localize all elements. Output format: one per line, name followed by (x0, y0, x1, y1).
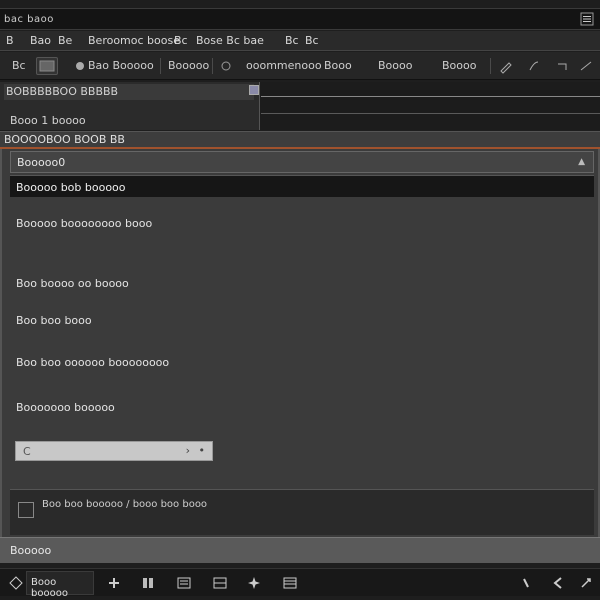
toolbar-primary-button[interactable]: Bao Booooo (88, 59, 154, 72)
list-item[interactable]: Boo boo oooooo boooooooo (16, 356, 169, 369)
list-item[interactable]: Boo boo booo (16, 314, 92, 327)
list-item[interactable]: Booooooo booooo (16, 401, 115, 414)
panel-header: BOBBBBBOO BBBBB (4, 84, 254, 100)
properties-panel: Booooo0 ▲ Booooo bob booooo Booooo boooo… (0, 149, 600, 537)
toolbar: Bc Bao Booooo Booooo ooommenooo Booo Boo… (0, 52, 600, 80)
toolbar-five-button[interactable]: Boooo (378, 59, 412, 72)
title-bar: bac baoo (0, 8, 600, 30)
circle-icon[interactable] (218, 58, 234, 74)
menu-item[interactable]: B (6, 34, 14, 47)
chevron-right-icon[interactable]: › (186, 444, 190, 457)
toolbar-quat-button[interactable]: Booo (324, 59, 352, 72)
dropdown-header[interactable]: Booooo0 ▲ (10, 151, 594, 173)
back-icon[interactable] (550, 575, 566, 591)
plus-icon[interactable] (106, 575, 122, 591)
select-value: C (23, 445, 31, 458)
dropdown-label: Booooo0 (17, 156, 66, 169)
redo-icon[interactable] (578, 58, 594, 74)
layers-panel: BOBBBBBOO BBBBB Booo 1 boooo (0, 82, 260, 130)
toolbar-label: Bc (12, 59, 26, 72)
refresh-icon[interactable] (72, 58, 88, 74)
window-title: bac baoo (4, 14, 54, 25)
menu-item[interactable]: Bc (174, 34, 188, 47)
app-icon[interactable] (36, 57, 58, 75)
list-icon[interactable] (176, 575, 192, 591)
top-panel: BOBBBBBOO BBBBB Booo 1 boooo (0, 82, 600, 130)
columns-icon[interactable] (140, 575, 156, 591)
bottom-tab[interactable]: Booo booooo (26, 571, 94, 599)
toolbar-six-button[interactable]: Boooo (442, 59, 476, 72)
menu-icon[interactable] (580, 12, 594, 26)
bottom-toolbar: Booo booooo (0, 568, 600, 599)
grid-icon[interactable] (212, 575, 228, 591)
panel-toggle[interactable] (249, 85, 259, 95)
list-item[interactable]: Booooo boooooooo booo (16, 217, 152, 230)
menu-item[interactable]: Bc (305, 34, 319, 47)
menu-item[interactable]: Bose Bc bae (196, 34, 264, 47)
selected-item[interactable]: Booooo bob booooo (10, 175, 594, 197)
tool-icon[interactable] (578, 575, 594, 591)
pointer-icon[interactable] (518, 575, 534, 591)
brush-icon[interactable] (526, 58, 542, 74)
star-icon[interactable] (246, 575, 262, 591)
timeline-track (261, 113, 600, 114)
pen-icon[interactable] (498, 58, 514, 74)
table-icon[interactable] (282, 575, 298, 591)
menu-item[interactable]: Bao (30, 34, 51, 47)
panel-subtitle: Booo 1 boooo (10, 114, 86, 127)
undo-icon[interactable] (554, 58, 570, 74)
list-item[interactable]: Boo boooo oo boooo (16, 277, 129, 290)
menu-item[interactable]: Bc (285, 34, 299, 47)
chevron-up-icon[interactable]: ▲ (578, 157, 585, 167)
menu-item[interactable]: Beroomoc boose (88, 34, 180, 47)
options-panel: Boo boo booooo / booo boo booo (10, 489, 594, 535)
option-checkbox[interactable] (18, 502, 34, 518)
chevron-down-icon[interactable]: • (199, 444, 206, 457)
timeline-track (261, 96, 600, 97)
menu-item[interactable]: Be (58, 34, 72, 47)
toolbar-secondary-button[interactable]: Booooo (168, 59, 209, 72)
section-title: BOOOOBOO BOOB BB (0, 131, 600, 147)
option-select[interactable]: C › • (15, 441, 213, 461)
timeline-panel[interactable] (261, 82, 600, 130)
option-label: Boo boo booooo / booo boo booo (42, 499, 208, 510)
toolbar-tertiary-button[interactable]: ooommenooo (246, 59, 322, 72)
menu-bar: B Bao Be Beroomoc boose Bc Bose Bc bae B… (0, 31, 600, 51)
app-menu-icon[interactable] (8, 575, 24, 591)
status-bar: Booooo (0, 537, 600, 563)
